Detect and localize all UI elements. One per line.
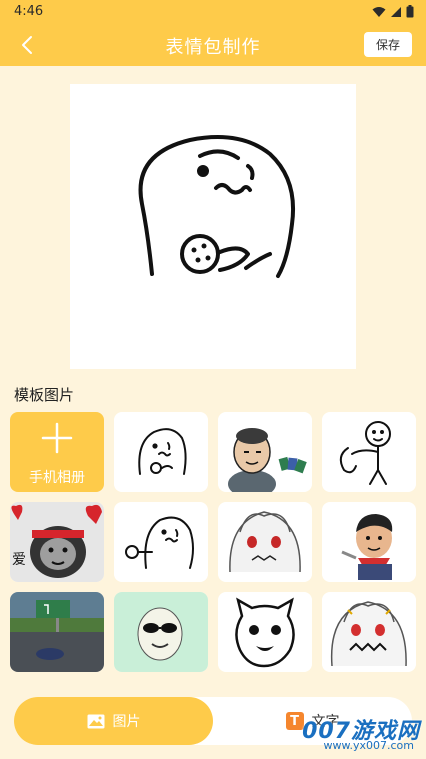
template-doodle-cookie[interactable] bbox=[114, 412, 208, 492]
template-section-title: 模板图片 bbox=[14, 386, 75, 404]
wifi-icon bbox=[372, 6, 386, 17]
template-sunglasses-face[interactable] bbox=[114, 592, 208, 672]
template-doodle-cookie-hand[interactable] bbox=[114, 502, 208, 582]
watermark-url-text: www.yx007.com bbox=[323, 739, 414, 752]
template-doodle-hug[interactable] bbox=[322, 412, 416, 492]
album-add-tile[interactable]: 手机相册 bbox=[10, 412, 104, 492]
battery-icon bbox=[406, 5, 414, 18]
site-watermark: 007游戏网 www.yx007.com bbox=[300, 713, 420, 757]
status-icons bbox=[372, 5, 414, 18]
tile-love-text: 爱 bbox=[12, 552, 26, 568]
sunglasses-face-image bbox=[114, 592, 208, 672]
template-bald-cards[interactable] bbox=[218, 412, 312, 492]
template-road-photo[interactable] bbox=[10, 592, 104, 672]
doodle-cookie-image bbox=[138, 428, 187, 475]
template-pig-face[interactable] bbox=[218, 592, 312, 672]
pig-face-image bbox=[235, 597, 295, 668]
anime-girl-angry-image bbox=[330, 601, 407, 667]
template-panda-love[interactable]: 爱 bbox=[10, 502, 104, 582]
anime-girl-image bbox=[229, 511, 301, 573]
template-grid: 手机相册 爱 bbox=[10, 412, 416, 674]
boy-red-scarf-image bbox=[341, 514, 393, 580]
panda-love-image: 爱 bbox=[10, 502, 104, 582]
road-photo-image bbox=[10, 592, 104, 672]
tab-image[interactable]: 图片 bbox=[14, 697, 213, 745]
signal-icon bbox=[391, 6, 401, 17]
template-anime-girl-angry[interactable] bbox=[322, 592, 416, 672]
status-bar: 4:46 bbox=[0, 0, 426, 24]
template-boy-red-scarf[interactable] bbox=[322, 502, 416, 582]
tab-image-label: 图片 bbox=[112, 714, 141, 730]
bald-cards-image bbox=[228, 428, 307, 492]
image-icon bbox=[87, 714, 104, 728]
status-time: 4:46 bbox=[14, 4, 44, 19]
template-anime-girl[interactable] bbox=[218, 502, 312, 582]
doodle-character-image bbox=[138, 135, 295, 278]
plus-icon bbox=[41, 422, 73, 454]
album-add-label: 手机相册 bbox=[29, 470, 85, 486]
page-title: 表情包制作 bbox=[165, 37, 261, 58]
meme-preview-canvas[interactable] bbox=[70, 84, 356, 369]
doodle-hug-image bbox=[339, 421, 391, 485]
save-button[interactable]: 保存 bbox=[364, 32, 412, 57]
app-header: 表情包制作 保存 bbox=[0, 24, 426, 66]
doodle-cookie-hand-image bbox=[125, 516, 194, 569]
